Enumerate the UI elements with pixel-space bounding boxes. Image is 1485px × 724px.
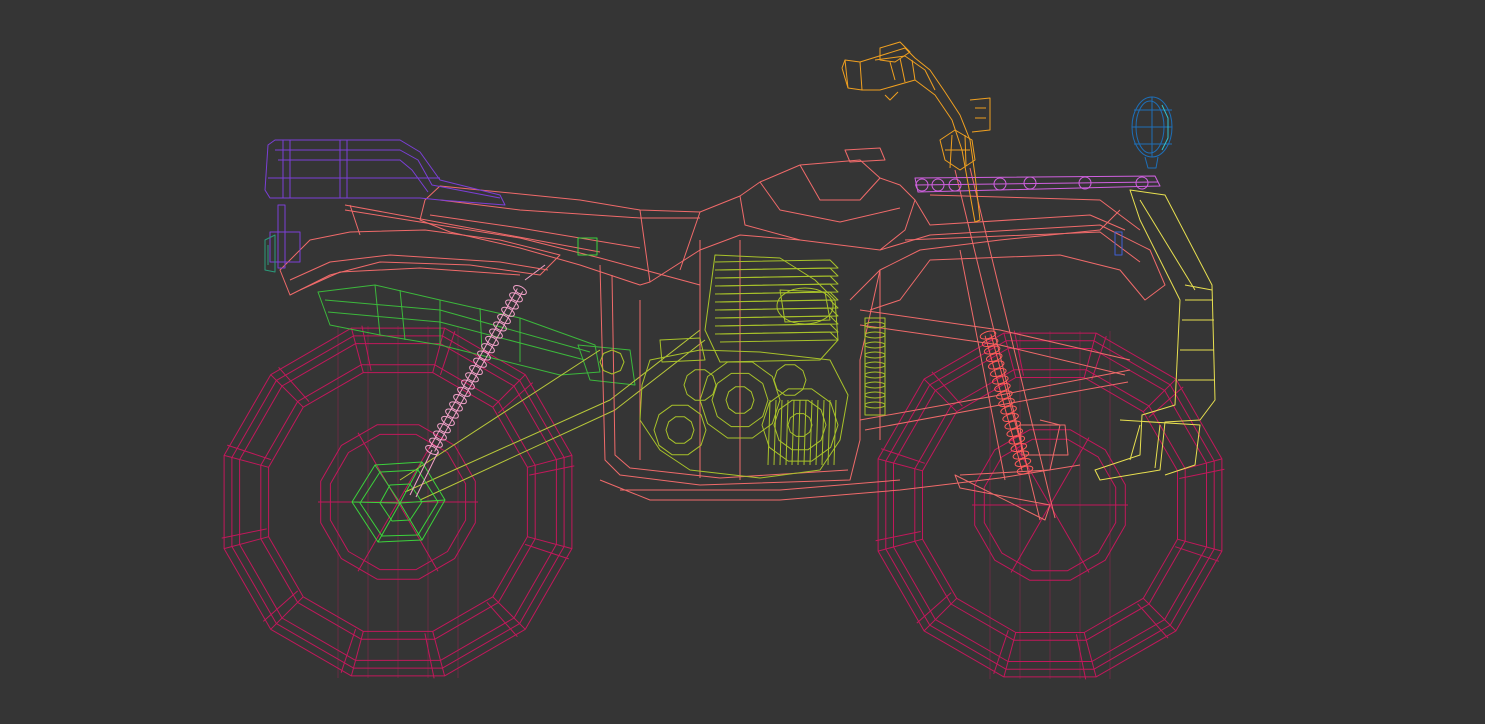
headlight-wireframe[interactable] <box>1131 96 1173 169</box>
exhaust-wireframe[interactable] <box>317 284 636 386</box>
3d-viewport[interactable] <box>0 0 1485 724</box>
engine-wireframe[interactable] <box>599 254 886 479</box>
front-guard-wireframe[interactable] <box>1094 189 1216 481</box>
top-bar-wireframe[interactable] <box>914 175 1161 193</box>
motorcycle-wireframe[interactable] <box>0 0 1485 724</box>
rear-wheel-wireframe[interactable] <box>221 325 575 679</box>
